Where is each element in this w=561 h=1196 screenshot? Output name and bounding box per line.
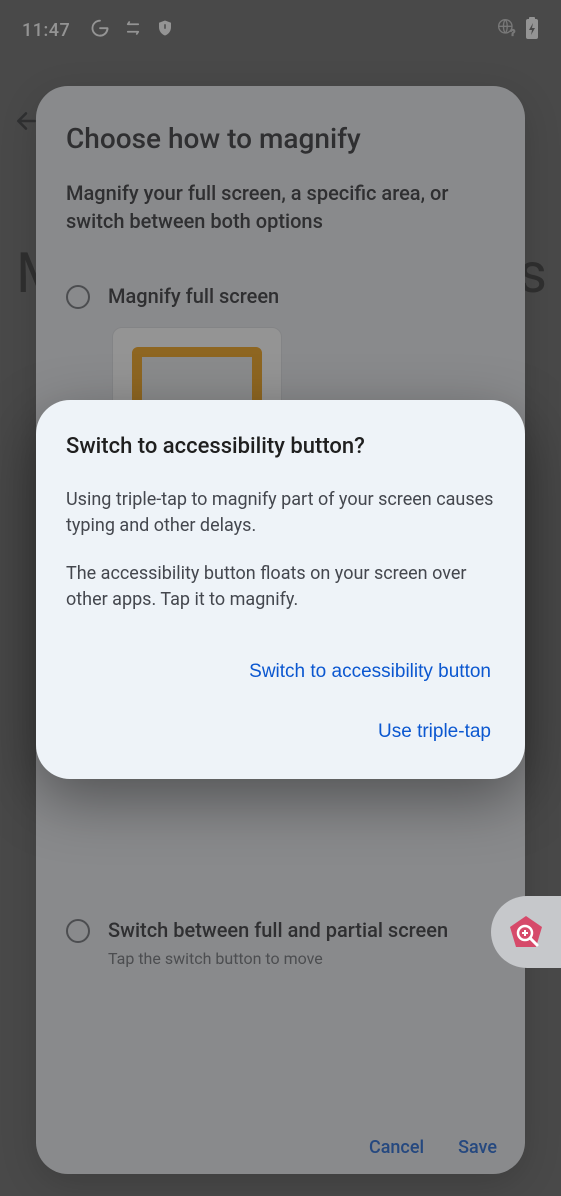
dialog-paragraph-1: Using triple-tap to magnify part of your…: [66, 487, 495, 539]
dialog-title: Switch to accessibility button?: [66, 434, 495, 459]
device-viewport: M s 11:47 ? Choose how: [0, 0, 561, 1196]
switch-accessibility-dialog: Switch to accessibility button? Using tr…: [36, 400, 525, 779]
use-triple-tap-button[interactable]: Use triple-tap: [374, 715, 495, 749]
dialog-paragraph-2: The accessibility button floats on your …: [66, 561, 495, 613]
accessibility-floating-button[interactable]: [491, 896, 561, 968]
magnify-plus-icon: [506, 912, 546, 952]
switch-to-accessibility-button[interactable]: Switch to accessibility button: [245, 655, 495, 689]
